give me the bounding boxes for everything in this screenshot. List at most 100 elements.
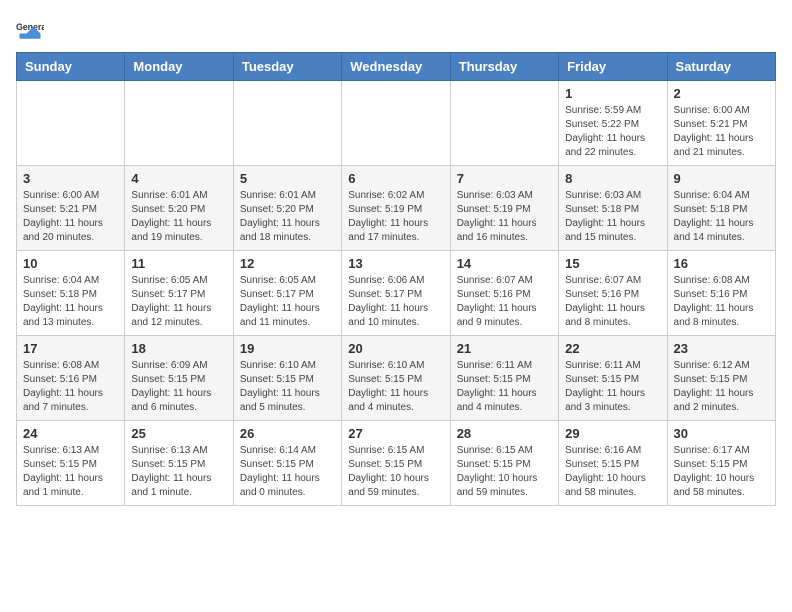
day-info: Sunrise: 6:06 AM Sunset: 5:17 PM Dayligh… [348,274,443,330]
day-info: Sunrise: 6:17 AM Sunset: 5:15 PM Dayligh… [674,444,769,500]
day-number: 10 [23,256,118,271]
day-info: Sunrise: 6:13 AM Sunset: 5:15 PM Dayligh… [23,444,118,500]
day-info: Sunrise: 6:02 AM Sunset: 5:19 PM Dayligh… [348,189,443,245]
day-number: 3 [23,171,118,186]
day-cell: 20 Sunrise: 6:10 AM Sunset: 5:15 PM Dayli… [342,336,450,421]
day-number: 16 [674,256,769,271]
day-cell: 26 Sunrise: 6:14 AM Sunset: 5:15 PM Dayli… [233,421,341,506]
day-number: 7 [457,171,552,186]
day-info: Sunrise: 6:00 AM Sunset: 5:21 PM Dayligh… [23,189,118,245]
day-info: Sunrise: 6:09 AM Sunset: 5:15 PM Dayligh… [131,359,226,415]
day-cell: 9 Sunrise: 6:04 AM Sunset: 5:18 PM Daylig… [667,166,775,251]
day-cell [17,81,125,166]
day-info: Sunrise: 6:15 AM Sunset: 5:15 PM Dayligh… [457,444,552,500]
day-number: 19 [240,341,335,356]
day-number: 27 [348,426,443,441]
day-cell: 12 Sunrise: 6:05 AM Sunset: 5:17 PM Dayli… [233,251,341,336]
day-cell: 7 Sunrise: 6:03 AM Sunset: 5:19 PM Daylig… [450,166,558,251]
week-row-2: 3 Sunrise: 6:00 AM Sunset: 5:21 PM Daylig… [17,166,776,251]
day-number: 12 [240,256,335,271]
day-cell: 4 Sunrise: 6:01 AM Sunset: 5:20 PM Daylig… [125,166,233,251]
weekday-header-friday: Friday [559,53,667,81]
day-cell: 24 Sunrise: 6:13 AM Sunset: 5:15 PM Dayli… [17,421,125,506]
day-cell: 19Sunrise: 6:10 AM Sunset: 5:15 PM Dayli… [233,336,341,421]
day-cell: 27Sunrise: 6:15 AM Sunset: 5:15 PM Dayli… [342,421,450,506]
day-info: Sunrise: 6:07 AM Sunset: 5:16 PM Dayligh… [457,274,552,330]
day-info: Sunrise: 6:16 AM Sunset: 5:15 PM Dayligh… [565,444,660,500]
day-cell: 22 Sunrise: 6:11 AM Sunset: 5:15 PM Dayli… [559,336,667,421]
weekday-header-thursday: Thursday [450,53,558,81]
day-info: Sunrise: 6:01 AM Sunset: 5:20 PM Dayligh… [131,189,226,245]
day-info: Sunrise: 6:08 AM Sunset: 5:16 PM Dayligh… [23,359,118,415]
day-number: 25 [131,426,226,441]
weekday-header-wednesday: Wednesday [342,53,450,81]
day-number: 30 [674,426,769,441]
day-cell: 10 Sunrise: 6:04 AM Sunset: 5:18 PM Dayli… [17,251,125,336]
day-cell: 29 Sunrise: 6:16 AM Sunset: 5:15 PM Dayli… [559,421,667,506]
day-info: Sunrise: 6:11 AM Sunset: 5:15 PM Dayligh… [457,359,552,415]
day-info: Sunrise: 6:13 AM Sunset: 5:15 PM Dayligh… [131,444,226,500]
day-number: 4 [131,171,226,186]
day-number: 6 [348,171,443,186]
day-cell: 28Sunrise: 6:15 AM Sunset: 5:15 PM Dayli… [450,421,558,506]
day-cell: 21 Sunrise: 6:11 AM Sunset: 5:15 PM Dayli… [450,336,558,421]
day-cell [450,81,558,166]
day-cell: 17 Sunrise: 6:08 AM Sunset: 5:16 PM Dayli… [17,336,125,421]
day-cell [342,81,450,166]
calendar-table: SundayMondayTuesdayWednesdayThursdayFrid… [16,52,776,506]
week-row-3: 10 Sunrise: 6:04 AM Sunset: 5:18 PM Dayli… [17,251,776,336]
day-cell: 5 Sunrise: 6:01 AM Sunset: 5:20 PM Daylig… [233,166,341,251]
day-number: 22 [565,341,660,356]
day-number: 1 [565,86,660,101]
day-number: 11 [131,256,226,271]
day-number: 5 [240,171,335,186]
day-cell: 25 Sunrise: 6:13 AM Sunset: 5:15 PM Dayli… [125,421,233,506]
weekday-header-sunday: Sunday [17,53,125,81]
logo-icon: General [16,16,44,44]
day-cell: 23Sunrise: 6:12 AM Sunset: 5:15 PM Dayli… [667,336,775,421]
day-cell: 16 Sunrise: 6:08 AM Sunset: 5:16 PM Dayli… [667,251,775,336]
day-info: Sunrise: 6:08 AM Sunset: 5:16 PM Dayligh… [674,274,769,330]
day-number: 20 [348,341,443,356]
day-info: Sunrise: 6:04 AM Sunset: 5:18 PM Dayligh… [674,189,769,245]
day-info: Sunrise: 6:12 AM Sunset: 5:15 PM Dayligh… [674,359,769,415]
weekday-header-saturday: Saturday [667,53,775,81]
day-number: 9 [674,171,769,186]
day-cell: 30 Sunrise: 6:17 AM Sunset: 5:15 PM Dayli… [667,421,775,506]
day-cell: 14Sunrise: 6:07 AM Sunset: 5:16 PM Dayli… [450,251,558,336]
day-cell: 11Sunrise: 6:05 AM Sunset: 5:17 PM Dayli… [125,251,233,336]
week-row-4: 17 Sunrise: 6:08 AM Sunset: 5:16 PM Dayli… [17,336,776,421]
day-number: 2 [674,86,769,101]
day-cell: 3 Sunrise: 6:00 AM Sunset: 5:21 PM Daylig… [17,166,125,251]
day-number: 24 [23,426,118,441]
day-cell: 2Sunrise: 6:00 AM Sunset: 5:21 PM Daylig… [667,81,775,166]
weekday-header-monday: Monday [125,53,233,81]
day-number: 21 [457,341,552,356]
day-number: 13 [348,256,443,271]
day-cell [233,81,341,166]
day-number: 18 [131,341,226,356]
day-info: Sunrise: 6:10 AM Sunset: 5:15 PM Dayligh… [348,359,443,415]
day-cell: 8Sunrise: 6:03 AM Sunset: 5:18 PM Daylig… [559,166,667,251]
day-number: 29 [565,426,660,441]
day-info: Sunrise: 6:05 AM Sunset: 5:17 PM Dayligh… [240,274,335,330]
day-number: 8 [565,171,660,186]
day-number: 26 [240,426,335,441]
day-cell [125,81,233,166]
logo: General [16,16,48,44]
page-header: General [16,16,776,44]
day-info: Sunrise: 5:59 AM Sunset: 5:22 PM Dayligh… [565,104,660,160]
day-info: Sunrise: 6:03 AM Sunset: 5:19 PM Dayligh… [457,189,552,245]
day-info: Sunrise: 6:01 AM Sunset: 5:20 PM Dayligh… [240,189,335,245]
day-info: Sunrise: 6:04 AM Sunset: 5:18 PM Dayligh… [23,274,118,330]
day-cell: 1 Sunrise: 5:59 AM Sunset: 5:22 PM Daylig… [559,81,667,166]
weekday-header-tuesday: Tuesday [233,53,341,81]
day-cell: 15Sunrise: 6:07 AM Sunset: 5:16 PM Dayli… [559,251,667,336]
day-info: Sunrise: 6:14 AM Sunset: 5:15 PM Dayligh… [240,444,335,500]
day-number: 17 [23,341,118,356]
week-row-5: 24 Sunrise: 6:13 AM Sunset: 5:15 PM Dayli… [17,421,776,506]
day-cell: 18 Sunrise: 6:09 AM Sunset: 5:15 PM Dayli… [125,336,233,421]
day-info: Sunrise: 6:11 AM Sunset: 5:15 PM Dayligh… [565,359,660,415]
day-cell: 13 Sunrise: 6:06 AM Sunset: 5:17 PM Dayli… [342,251,450,336]
day-info: Sunrise: 6:07 AM Sunset: 5:16 PM Dayligh… [565,274,660,330]
